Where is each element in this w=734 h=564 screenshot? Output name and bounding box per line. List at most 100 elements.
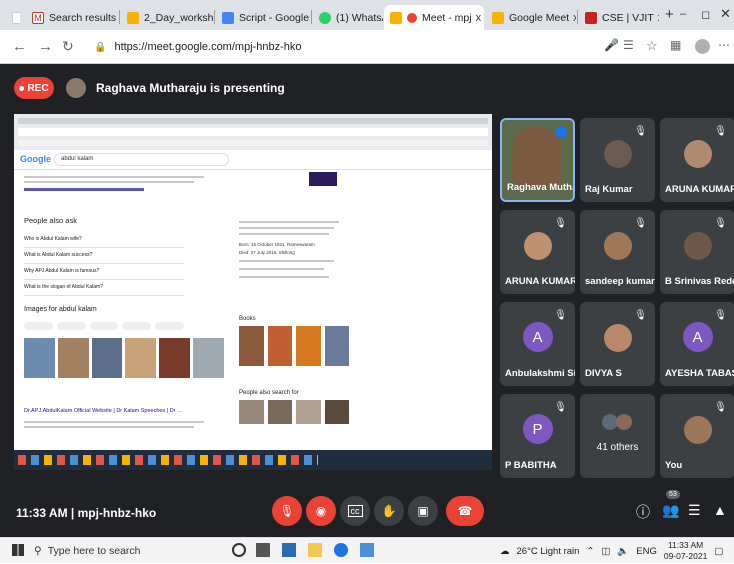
- participant-tile[interactable]: 🎙 ARUNA KUMAR...: [500, 210, 575, 294]
- participant-tile[interactable]: 🎙 A Anbulakshmi Si...: [500, 302, 575, 386]
- edge-icon[interactable]: [334, 543, 348, 557]
- info-icon[interactable]: ⓘ: [636, 502, 650, 522]
- taskbar-search[interactable]: ⚲ Type here to search: [34, 541, 214, 561]
- participant-name: Raj Kumar: [585, 184, 633, 195]
- shared-browser-chrome: [14, 114, 492, 150]
- weather-icon: ☁: [500, 545, 510, 557]
- captions-button[interactable]: cc: [340, 496, 370, 526]
- mic-off-icon: 🎙: [714, 402, 727, 413]
- windows-start-icon[interactable]: [12, 544, 24, 556]
- participant-tile[interactable]: 🎙 Raj Kumar: [580, 118, 655, 202]
- file-explorer-icon[interactable]: [308, 543, 322, 557]
- camera-toggle-button[interactable]: ◉: [306, 496, 336, 526]
- chevron-up-icon[interactable]: ⌃: [586, 546, 594, 557]
- participant-tile[interactable]: 🎙 P P BABITHA: [500, 394, 575, 478]
- app-icon[interactable]: [360, 543, 374, 557]
- tab-cse-vjit[interactable]: CSE | VJIT x: [579, 5, 659, 30]
- language-indicator[interactable]: ENG: [636, 546, 657, 557]
- task-view-icon[interactable]: [256, 543, 270, 557]
- chat-icon[interactable]: ☰: [688, 502, 701, 519]
- close-icon[interactable]: x: [472, 12, 482, 24]
- shared-search-box: abdul kalam: [54, 153, 229, 166]
- leave-call-button[interactable]: ☎: [446, 496, 484, 526]
- collections-icon[interactable]: ▦: [670, 38, 681, 52]
- participant-name: DIVYA S: [585, 368, 622, 379]
- profile-avatar[interactable]: [695, 39, 710, 54]
- activities-icon[interactable]: ▲: [713, 502, 727, 518]
- volume-icon[interactable]: 🔈: [617, 546, 629, 557]
- mic-icon[interactable]: 🎤: [604, 38, 619, 52]
- tab-label: Meet - mpj: [422, 11, 472, 24]
- tab-script[interactable]: Script - Google D x: [216, 5, 310, 30]
- presenting-text: Raghava Mutharaju is presenting: [96, 81, 285, 95]
- others-tile[interactable]: 41 others: [580, 394, 655, 478]
- more-icon[interactable]: ⋯: [718, 38, 730, 52]
- recording-badge[interactable]: REC: [14, 77, 54, 99]
- died-line: Died: 27 July 2015, Shillong: [239, 250, 295, 255]
- mic-toggle-button[interactable]: 🎙: [272, 496, 302, 526]
- docs-icon: [222, 11, 234, 24]
- clock-time: 11:33 AM: [667, 540, 704, 550]
- new-tab-button[interactable]: +: [665, 6, 674, 23]
- raise-hand-button[interactable]: ✋: [374, 496, 404, 526]
- forward-icon[interactable]: →: [38, 38, 53, 55]
- back-icon[interactable]: ←: [12, 38, 27, 55]
- mail-icon[interactable]: [282, 543, 296, 557]
- participant-tile[interactable]: Raghava Muth...: [500, 118, 575, 202]
- books-strip: [239, 326, 349, 366]
- avatar: [603, 324, 632, 352]
- participant-name: B Srinivas Reddy: [665, 276, 734, 287]
- participant-tile[interactable]: 🎙 ARUNA KUMAR...: [660, 118, 734, 202]
- shared-search-header: Google abdul kalam: [14, 150, 492, 170]
- url-text: https://meet.google.com/mpj-hnbz-hko: [114, 41, 302, 53]
- mic-off-icon: 🎙: [634, 310, 647, 321]
- people-icon[interactable]: 👥: [662, 502, 679, 519]
- present-button[interactable]: ▣: [408, 496, 438, 526]
- tab-whatsapp[interactable]: (1) WhatsApp: [313, 5, 383, 30]
- maximize-icon[interactable]: ◻: [701, 8, 710, 21]
- close-icon[interactable]: x: [654, 12, 659, 24]
- tab-google-meet[interactable]: Google Meet x: [486, 5, 576, 30]
- people-also-search: People also search for: [239, 390, 299, 396]
- tab-workshop[interactable]: 2_Day_workshop x: [121, 5, 213, 30]
- recording-icon: [407, 12, 417, 23]
- mic-off-icon: 🎙: [554, 310, 567, 321]
- participant-tile[interactable]: 🎙 DIVYA S: [580, 302, 655, 386]
- cortana-icon[interactable]: [232, 543, 246, 557]
- record-dot-icon: [19, 85, 25, 91]
- meet-window: REC Raghava Mutharaju is presenting Goog…: [0, 64, 734, 537]
- notification-icon[interactable]: ▢: [714, 546, 723, 557]
- tab-label: CSE | VJIT: [602, 11, 654, 24]
- participant-tile[interactable]: 🎙 A AYESHA TABAS...: [660, 302, 734, 386]
- participant-tile[interactable]: 🎙 B Srinivas Reddy: [660, 210, 734, 294]
- tab-search-results[interactable]: M Search results - x: [26, 5, 118, 30]
- clock[interactable]: 11:33 AM 09-07-2021: [664, 540, 707, 562]
- meet-icon: [492, 11, 504, 24]
- presenter-avatar: [66, 78, 86, 98]
- tab-search-1[interactable]: [6, 5, 20, 30]
- network-icon[interactable]: ◫: [601, 546, 610, 557]
- window-close-icon[interactable]: ✕: [720, 6, 731, 22]
- star-icon[interactable]: ☆: [646, 38, 658, 54]
- mic-off-icon: 🎙: [554, 218, 567, 229]
- mic-off-icon: 🎙: [714, 218, 727, 229]
- tab-meet-active[interactable]: Meet - mpj x: [384, 5, 484, 30]
- participant-tile[interactable]: 🎙 sandeep kumar: [580, 210, 655, 294]
- gmail-icon: M: [32, 11, 44, 24]
- close-icon[interactable]: x: [569, 12, 576, 24]
- reload-icon[interactable]: ↻: [62, 38, 74, 55]
- page-icon: [12, 11, 20, 24]
- weather-text[interactable]: 26°C Light rain: [517, 546, 580, 557]
- drive-icon: [127, 11, 139, 24]
- search-icon: ⚲: [34, 545, 42, 557]
- avatar: [683, 232, 712, 260]
- address-bar: ← → ↻ 🔒 https://meet.google.com/mpj-hnbz…: [0, 30, 734, 64]
- people-also-ask: People also ask: [24, 216, 77, 225]
- minimize-icon[interactable]: –: [680, 8, 686, 20]
- avatar: [683, 140, 712, 168]
- tab-label: Search results -: [49, 11, 118, 24]
- participant-tile-self[interactable]: 🎙 You: [660, 394, 734, 478]
- extension-icon[interactable]: ☰: [623, 38, 634, 52]
- mic-off-icon: 🎙: [714, 126, 727, 137]
- url-field[interactable]: 🔒 https://meet.google.com/mpj-hnbz-hko: [84, 35, 644, 59]
